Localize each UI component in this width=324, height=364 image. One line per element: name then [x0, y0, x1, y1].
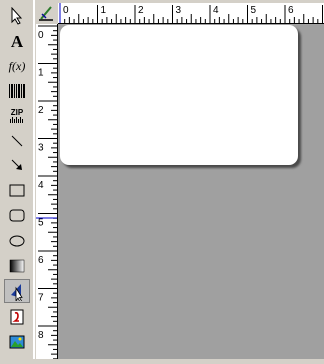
gradient-tool-icon[interactable] — [4, 254, 30, 278]
triangle-tool-icon[interactable] — [4, 279, 30, 303]
image-tool-icon[interactable] — [4, 305, 30, 329]
ruler-label: 4 — [38, 180, 44, 191]
ruler-label: 8 — [38, 330, 44, 341]
vertical-ruler: 0 1 2 3 4 5 6 7 8 — [36, 24, 58, 360]
ruler-label: 0 — [63, 5, 69, 16]
tool-palette: A f(x) ZIP — [0, 0, 34, 359]
ruler-label: 5 — [251, 5, 257, 16]
ruler-label: 6 — [38, 255, 44, 266]
label-page[interactable] — [60, 25, 298, 165]
text-tool-icon[interactable]: A — [4, 30, 30, 54]
zip-barcode-tool-icon[interactable]: ZIP — [4, 104, 30, 128]
picture-tool-icon[interactable] — [4, 330, 30, 354]
select-pointer-icon[interactable] — [4, 4, 30, 28]
ruler-label: 1 — [101, 5, 107, 16]
ruler-label: 0 — [38, 30, 44, 41]
ruler-label: 4 — [213, 5, 219, 16]
line-tool-icon[interactable] — [4, 129, 30, 153]
ruler-label: 2 — [38, 105, 44, 116]
ellipse-tool-icon[interactable] — [4, 229, 30, 253]
ruler-label: 1 — [38, 68, 44, 79]
ruler-label: 5 — [38, 218, 44, 229]
ruler-label: 7 — [38, 293, 44, 304]
rounded-rectangle-tool-icon[interactable] — [4, 203, 30, 227]
horizontal-ruler: 0 1 2 3 4 5 6 — [58, 3, 324, 24]
rectangle-tool-icon[interactable] — [4, 178, 30, 202]
ruler-label: 6 — [288, 5, 294, 16]
ruler-label: 3 — [38, 143, 44, 154]
formula-tool-icon[interactable]: f(x) — [4, 54, 30, 78]
arrow-tool-icon[interactable] — [4, 153, 30, 177]
ruler-label: 3 — [176, 5, 182, 16]
barcode-tool-icon[interactable] — [4, 79, 30, 103]
ruler-label: 2 — [138, 5, 144, 16]
toolbar-separator — [33, 0, 35, 359]
ruler-corner-button[interactable] — [36, 3, 57, 23]
